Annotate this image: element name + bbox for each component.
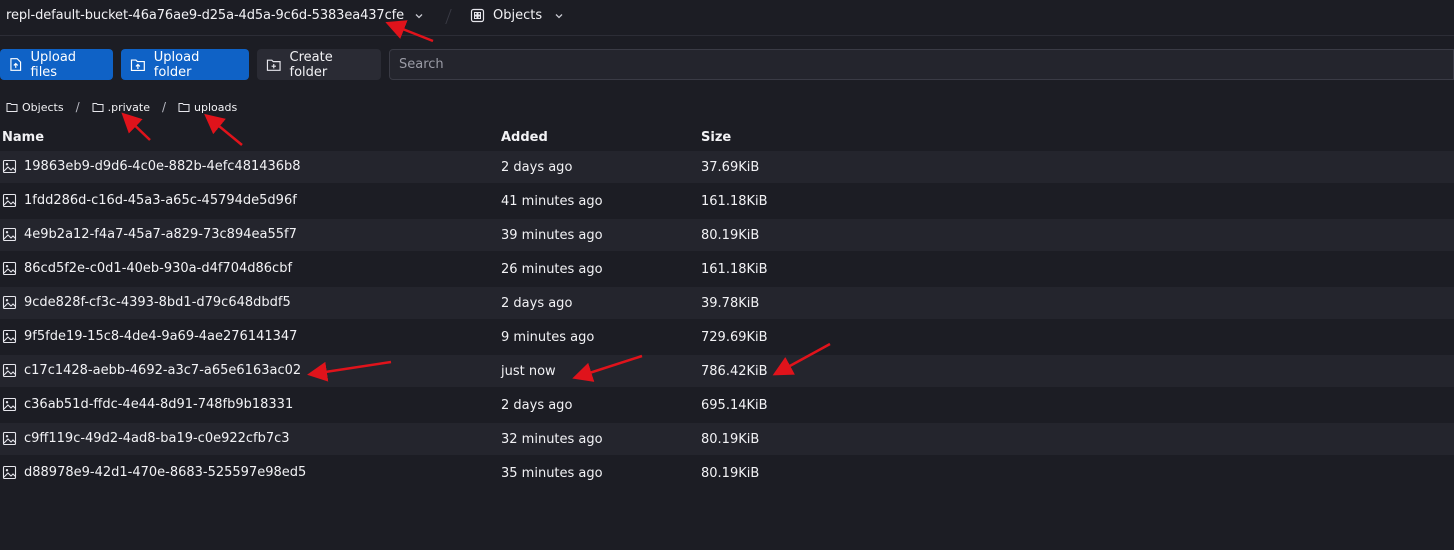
table-row[interactable]: 86cd5f2e-c0d1-40eb-930a-d4f704d86cbf 26 … (0, 253, 1454, 285)
size-cell: 80.19KiB (701, 228, 760, 243)
name-cell: c17c1428-aebb-4692-a3c7-a65e6163ac02 (2, 363, 301, 378)
added-cell: 2 days ago (501, 296, 573, 311)
size-cell: 161.18KiB (701, 194, 768, 209)
added-cell: just now (501, 364, 556, 379)
object-name: 86cd5f2e-c0d1-40eb-930a-d4f704d86cbf (24, 261, 293, 276)
name-cell: 9cde828f-cf3c-4393-8bd1-d79c648dbdf5 (2, 295, 291, 310)
size-cell: 80.19KiB (701, 466, 760, 481)
added-cell: 35 minutes ago (501, 466, 603, 481)
bucket-selector[interactable]: repl-default-bucket-46a76ae9-d25a-4d5a-9… (6, 8, 424, 23)
breadcrumb-label: uploads (194, 100, 238, 114)
name-cell: 4e9b2a12-f4a7-45a7-a829-73c894ea55f7 (2, 227, 297, 242)
chevron-down-icon (555, 13, 563, 18)
nav-divider (445, 9, 452, 24)
table-row[interactable]: d88978e9-42d1-470e-8683-525597e98ed5 35 … (0, 457, 1454, 489)
breadcrumb-separator: / (75, 100, 80, 114)
section-selector[interactable]: Objects (470, 8, 564, 23)
folder-plus-icon (266, 59, 281, 71)
name-cell: 86cd5f2e-c0d1-40eb-930a-d4f704d86cbf (2, 261, 292, 276)
object-name: 9cde828f-cf3c-4393-8bd1-d79c648dbdf5 (24, 295, 291, 310)
top-bar: repl-default-bucket-46a76ae9-d25a-4d5a-9… (0, 0, 1454, 36)
upload-folder-label: Upload folder (153, 49, 200, 80)
upload-files-label: Upload files (30, 49, 77, 80)
table-row[interactable]: 9f5fde19-15c8-4de4-9a69-4ae276141347 9 m… (0, 321, 1454, 353)
folder-icon (6, 102, 18, 112)
chevron-down-icon (415, 13, 423, 18)
breadcrumb-label: .private (107, 100, 150, 114)
table-row[interactable]: 19863eb9-d9d6-4c0e-882b-4efc481436b8 2 d… (0, 151, 1454, 183)
size-cell: 161.18KiB (701, 262, 768, 277)
table-row[interactable]: c17c1428-aebb-4692-a3c7-a65e6163ac02 jus… (0, 355, 1454, 387)
breadcrumb-objects[interactable]: Objects (6, 101, 64, 114)
object-name: c9ff119c-49d2-4ad8-ba19-c0e922cfb7c3 (24, 431, 290, 446)
breadcrumb: Objects / .private / uploads (6, 99, 237, 115)
column-header-name[interactable]: Name (2, 130, 44, 145)
image-file-icon (2, 329, 17, 344)
table-row[interactable]: 9cde828f-cf3c-4393-8bd1-d79c648dbdf5 2 d… (0, 287, 1454, 319)
added-cell: 2 days ago (501, 160, 573, 175)
table-row[interactable]: 1fdd286d-c16d-45a3-a65c-45794de5d96f 41 … (0, 185, 1454, 217)
folder-icon (92, 102, 104, 112)
bucket-name: repl-default-bucket-46a76ae9-d25a-4d5a-9… (6, 8, 405, 23)
upload-files-button[interactable]: Upload files (0, 49, 113, 80)
object-name: 4e9b2a12-f4a7-45a7-a829-73c894ea55f7 (24, 227, 297, 242)
size-cell: 695.14KiB (701, 398, 768, 413)
name-cell: c36ab51d-ffdc-4e44-8d91-748fb9b18331 (2, 397, 293, 412)
size-cell: 786.42KiB (701, 364, 768, 379)
table-row[interactable]: c36ab51d-ffdc-4e44-8d91-748fb9b18331 2 d… (0, 389, 1454, 421)
added-cell: 26 minutes ago (501, 262, 603, 277)
column-header-size[interactable]: Size (701, 130, 731, 145)
name-cell: d88978e9-42d1-470e-8683-525597e98ed5 (2, 465, 306, 480)
added-cell: 2 days ago (501, 398, 573, 413)
create-folder-label: Create folder (289, 49, 333, 80)
upload-folder-button[interactable]: Upload folder (121, 49, 249, 80)
toolbar: Upload files Upload folder Create folder (0, 48, 1454, 81)
object-name: c17c1428-aebb-4692-a3c7-a65e6163ac02 (24, 363, 302, 378)
table-row[interactable]: 4e9b2a12-f4a7-45a7-a829-73c894ea55f7 39 … (0, 219, 1454, 251)
object-name: c36ab51d-ffdc-4e44-8d91-748fb9b18331 (24, 397, 294, 412)
objects-icon (470, 8, 485, 23)
breadcrumb-uploads[interactable]: uploads (178, 101, 237, 114)
table-row[interactable]: c9ff119c-49d2-4ad8-ba19-c0e922cfb7c3 32 … (0, 423, 1454, 455)
image-file-icon (2, 159, 17, 174)
image-file-icon (2, 431, 17, 446)
image-file-icon (2, 465, 17, 480)
image-file-icon (2, 227, 17, 242)
create-folder-button[interactable]: Create folder (257, 49, 381, 80)
column-header-added[interactable]: Added (501, 130, 548, 145)
name-cell: c9ff119c-49d2-4ad8-ba19-c0e922cfb7c3 (2, 431, 290, 446)
breadcrumb-separator: / (162, 100, 167, 114)
object-name: 19863eb9-d9d6-4c0e-882b-4efc481436b8 (24, 159, 301, 174)
section-label: Objects (493, 8, 543, 23)
upload-file-icon (10, 58, 22, 71)
folder-icon (178, 102, 190, 112)
image-file-icon (2, 397, 17, 412)
added-cell: 39 minutes ago (501, 228, 603, 243)
name-cell: 9f5fde19-15c8-4de4-9a69-4ae276141347 (2, 329, 297, 344)
name-cell: 1fdd286d-c16d-45a3-a65c-45794de5d96f (2, 193, 297, 208)
object-name: d88978e9-42d1-470e-8683-525597e98ed5 (24, 465, 307, 480)
image-file-icon (2, 363, 17, 378)
added-cell: 9 minutes ago (501, 330, 595, 345)
name-cell: 19863eb9-d9d6-4c0e-882b-4efc481436b8 (2, 159, 301, 174)
upload-folder-icon (130, 58, 145, 71)
size-cell: 80.19KiB (701, 432, 760, 447)
added-cell: 41 minutes ago (501, 194, 603, 209)
size-cell: 39.78KiB (701, 296, 760, 311)
added-cell: 32 minutes ago (501, 432, 603, 447)
size-cell: 729.69KiB (701, 330, 768, 345)
search-input[interactable] (389, 49, 1454, 80)
image-file-icon (2, 193, 17, 208)
image-file-icon (2, 295, 17, 310)
size-cell: 37.69KiB (701, 160, 760, 175)
object-name: 1fdd286d-c16d-45a3-a65c-45794de5d96f (24, 193, 297, 208)
breadcrumb-private[interactable]: .private (92, 101, 150, 114)
object-name: 9f5fde19-15c8-4de4-9a69-4ae276141347 (24, 329, 298, 344)
breadcrumb-label: Objects (22, 100, 64, 114)
image-file-icon (2, 261, 17, 276)
table-header: Name Added Size (0, 128, 1454, 148)
